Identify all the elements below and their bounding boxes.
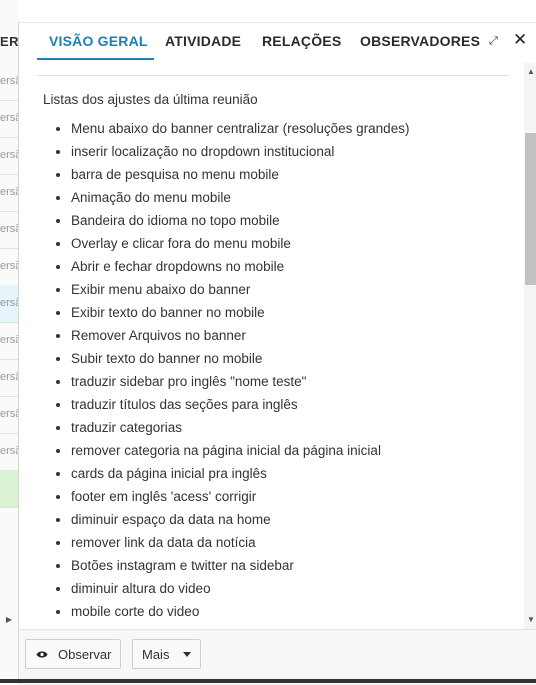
list-item: diminuir altura do video xyxy=(71,577,513,600)
panel-footer: Observar Mais xyxy=(19,629,536,685)
background-row[interactable]: ersã xyxy=(0,100,18,138)
list-item: Abrir e fechar dropdowns no mobile xyxy=(71,255,513,278)
list-item: traduzir sidebar pro inglês "nome teste" xyxy=(71,370,513,393)
list-item: Overlay e clicar fora do menu mobile xyxy=(71,232,513,255)
adjustment-list: Menu abaixo do banner centralizar (resol… xyxy=(43,117,513,623)
more-button-label: Mais xyxy=(142,646,170,662)
tab-activity[interactable]: ATIVIDADE xyxy=(165,33,241,49)
scroll-up-icon[interactable]: ▲ xyxy=(527,67,535,76)
expand-icon[interactable]: ⤢ xyxy=(489,35,503,49)
background-row[interactable]: ersã xyxy=(0,211,18,249)
list-item: Animação do menu mobile xyxy=(71,186,513,209)
list-item: traduzir títulos das seções para inglês xyxy=(71,393,513,416)
active-tab-indicator xyxy=(37,58,154,60)
observe-button[interactable]: Observar xyxy=(25,639,121,669)
list-item: Menu abaixo do banner centralizar (resol… xyxy=(71,117,513,140)
tab-watchers[interactable]: OBSERVADORES xyxy=(360,33,480,49)
detail-panel: VISÃO GERAL ATIVIDADE RELAÇÕES OBSERVADO… xyxy=(18,22,536,685)
background-row[interactable]: ersã xyxy=(0,137,18,175)
list-item: remover categoria na página inicial da p… xyxy=(71,439,513,462)
list-item: inserir localização no dropdown instituc… xyxy=(71,140,513,163)
list-item: traduzir categorias xyxy=(71,416,513,439)
close-icon[interactable]: ✕ xyxy=(513,31,529,49)
background-row-highlighted[interactable] xyxy=(0,470,18,508)
tab-overview[interactable]: VISÃO GERAL xyxy=(49,33,148,49)
list-item: diminuir espaço da data na home xyxy=(71,508,513,531)
background-row[interactable]: ersã xyxy=(0,433,18,471)
observe-button-label: Observar xyxy=(58,646,112,662)
description-intro: Listas dos ajustes da última reunião xyxy=(43,92,258,107)
background-row-selected[interactable]: ersã xyxy=(0,285,18,323)
background-column-header: ERS xyxy=(0,34,18,49)
list-item: cards da página inicial pra inglês xyxy=(71,462,513,485)
list-item: Remover Arquivos no banner xyxy=(71,324,513,347)
scroll-down-icon[interactable]: ▼ xyxy=(527,615,535,624)
background-list: ERS ersã ersã ersã ersã ersã ersã ersã e… xyxy=(0,0,18,683)
background-row[interactable]: ersã xyxy=(0,359,18,397)
divider xyxy=(37,75,509,76)
more-button[interactable]: Mais xyxy=(132,639,201,669)
list-item: mobile corte do video xyxy=(71,600,513,623)
list-item: barra de pesquisa no menu mobile xyxy=(71,163,513,186)
list-item: footer em inglês 'acess' corrigir xyxy=(71,485,513,508)
background-row[interactable]: ersã xyxy=(0,248,18,286)
background-row[interactable]: ersã xyxy=(0,396,18,434)
bottom-bar xyxy=(0,679,536,683)
list-item: Exibir menu abaixo do banner xyxy=(71,278,513,301)
vertical-scrollbar[interactable]: ▲ ▼ xyxy=(524,63,536,629)
description-content: Listas dos ajustes da última reunião Men… xyxy=(43,89,513,629)
background-row[interactable]: ersã xyxy=(0,63,18,101)
caret-down-icon xyxy=(183,651,192,657)
list-item: remover link da data da notícia xyxy=(71,531,513,554)
list-item: Bandeira do idioma no topo mobile xyxy=(71,209,513,232)
scrollbar-thumb[interactable] xyxy=(525,133,536,285)
background-row[interactable]: ersã xyxy=(0,174,18,212)
tab-bar: VISÃO GERAL ATIVIDADE RELAÇÕES OBSERVADO… xyxy=(19,23,536,63)
list-item: Exibir texto do banner no mobile xyxy=(71,301,513,324)
scroll-left-icon[interactable]: ▶ xyxy=(0,610,18,630)
eye-icon xyxy=(36,651,48,657)
list-item: Botões instagram e twitter na sidebar xyxy=(71,554,513,577)
list-item: Subir texto do banner no mobile xyxy=(71,347,513,370)
tab-relations[interactable]: RELAÇÕES xyxy=(262,33,341,49)
background-row[interactable]: ersã xyxy=(0,322,18,360)
